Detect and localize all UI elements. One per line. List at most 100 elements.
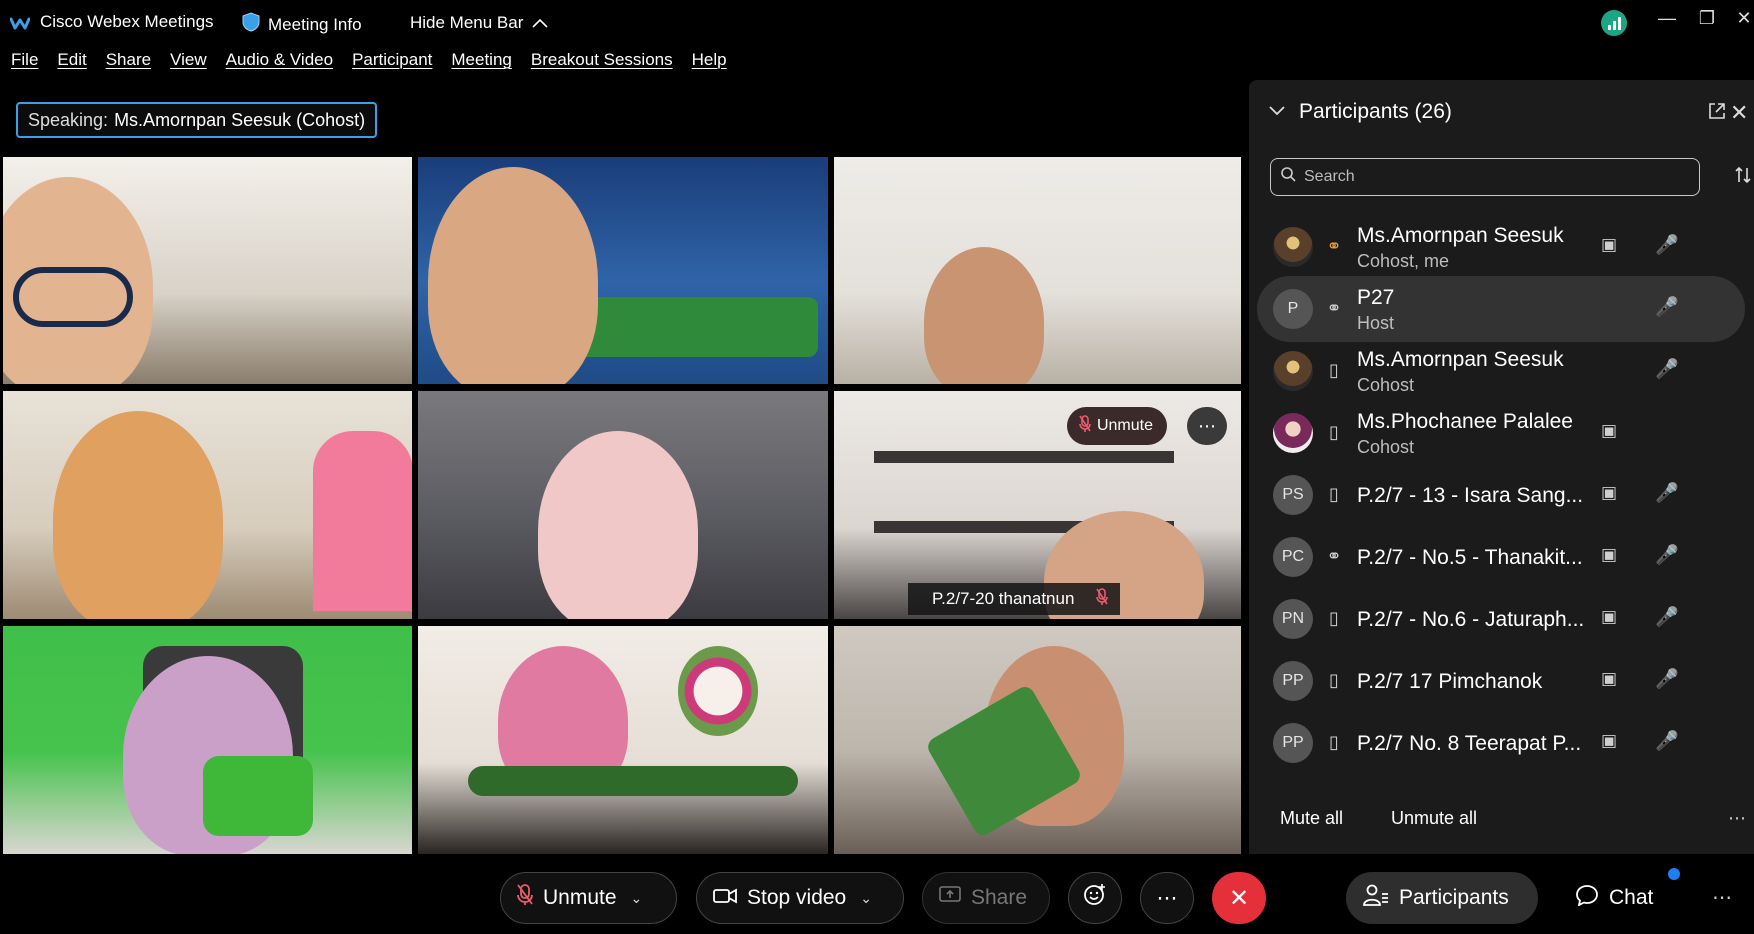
participants-label: Participants: [1399, 886, 1509, 909]
flowers-shape: [678, 646, 758, 736]
participant-row[interactable]: PS ▯ P.2/7 - 13 - Isara Sang... ▣ 🎤: [1257, 462, 1745, 528]
mobile-icon: ▯: [1329, 422, 1339, 442]
menu-file[interactable]: File: [11, 50, 38, 80]
mobile-icon: ▯: [1329, 484, 1339, 504]
participant-name: Ms.Amornpan Seesuk: [1357, 224, 1564, 247]
restore-icon[interactable]: ❐: [1692, 8, 1722, 29]
more-options-icon: ⋯: [1156, 886, 1178, 910]
glasses-shape: [13, 267, 133, 327]
participant-row[interactable]: PC ⚭ P.2/7 - No.5 - Thanakit... ▣ 🎤: [1257, 524, 1745, 590]
chat-bubble-icon: [1575, 884, 1599, 912]
app-title: Cisco Webex Meetings: [9, 12, 214, 32]
participant-row[interactable]: ▯ Ms.Amornpan Seesuk Cohost 🎤: [1257, 338, 1745, 404]
close-window-icon[interactable]: ✕: [1734, 8, 1754, 29]
video-camera-icon: ▣: [1601, 545, 1618, 564]
mic-muted-icon: [1096, 587, 1109, 611]
mic-muted-icon[interactable]: 🎤: [1655, 729, 1679, 753]
video-tile[interactable]: [3, 391, 412, 619]
title-bar: Cisco Webex Meetings Meeting Info Hide M…: [0, 0, 1754, 46]
mic-muted-icon: [517, 884, 533, 912]
reactions-button[interactable]: [1068, 872, 1122, 924]
mic-muted-icon[interactable]: 🎤: [1655, 233, 1679, 257]
mic-muted-icon[interactable]: 🎤: [1655, 605, 1679, 629]
meeting-info-button[interactable]: Meeting Info: [242, 12, 362, 37]
more-options-button[interactable]: ⋯: [1140, 872, 1194, 924]
participant-row[interactable]: PN ▯ P.2/7 - No.6 - Jaturaph... ▣ 🎤: [1257, 586, 1745, 652]
unmute-label: Unmute: [543, 886, 617, 909]
meeting-info-label: Meeting Info: [268, 14, 362, 34]
participants-panel-title: Participants (26): [1299, 100, 1452, 123]
share-button[interactable]: Share: [922, 872, 1050, 924]
video-tile[interactable]: [418, 157, 828, 384]
participant-row[interactable]: ⚭ Ms.Amornpan Seesuk Cohost, me ▣ 🎤: [1257, 214, 1745, 280]
chevron-down-icon[interactable]: ⌄: [860, 890, 872, 907]
mic-muted-icon[interactable]: 🎤: [1655, 667, 1679, 691]
menu-audio-video[interactable]: Audio & Video: [226, 50, 333, 80]
mobile-icon: ▯: [1329, 732, 1339, 752]
minimize-icon[interactable]: —: [1652, 8, 1682, 29]
menu-share[interactable]: Share: [106, 50, 151, 80]
more-options-icon[interactable]: ⋯: [1712, 885, 1732, 910]
participant-video: [924, 247, 1044, 384]
unmute-all-button[interactable]: Unmute all: [1391, 808, 1477, 829]
participants-search-input[interactable]: Search: [1270, 158, 1700, 196]
participant-row[interactable]: PP ▯ P.2/7 No. 8 Teerapat P... ▣ 🎤: [1257, 710, 1745, 776]
menu-participant[interactable]: Participant: [352, 50, 432, 80]
chat-notification-badge: [1668, 868, 1680, 880]
menu-view[interactable]: View: [170, 50, 207, 80]
hide-menu-bar-button[interactable]: Hide Menu Bar: [410, 13, 548, 33]
tile-more-options-button[interactable]: ⋯: [1187, 407, 1227, 445]
menu-meeting[interactable]: Meeting: [451, 50, 511, 80]
stop-video-label: Stop video: [747, 886, 847, 909]
avatar: P: [1273, 289, 1313, 329]
leaf-arrangement-shape: [468, 766, 798, 796]
network-signal-icon[interactable]: [1601, 10, 1627, 36]
sort-icon[interactable]: [1734, 166, 1752, 189]
participant-row[interactable]: P ⚭ P27 Host 🎤: [1257, 276, 1745, 342]
shelf-shape: [874, 451, 1174, 463]
video-tile[interactable]: Unmute ⋯ P.2/7-20 thanatnun: [834, 391, 1241, 619]
participant-row[interactable]: ▯ Ms.Phochanee Palalee Cohost ▣: [1257, 400, 1745, 466]
participant-name: P.2/7 No. 8 Teerapat P...: [1357, 732, 1582, 755]
leave-meeting-button[interactable]: ✕: [1212, 872, 1266, 924]
stop-video-button[interactable]: Stop video ⌄: [696, 872, 904, 924]
participants-button[interactable]: Participants: [1346, 872, 1538, 924]
hide-menu-bar-label: Hide Menu Bar: [410, 13, 524, 32]
search-icon: [1281, 167, 1296, 187]
green-item-shape: [203, 756, 313, 836]
mute-all-button[interactable]: Mute all: [1280, 808, 1343, 829]
participant-video: [53, 411, 223, 619]
chat-button[interactable]: Chat: [1558, 872, 1690, 924]
unmute-button[interactable]: Unmute ⌄: [500, 872, 677, 924]
video-tile[interactable]: [834, 157, 1241, 384]
video-tile[interactable]: [3, 626, 412, 854]
video-camera-icon: ▣: [1601, 483, 1618, 502]
menu-help[interactable]: Help: [692, 50, 727, 80]
video-camera-icon: ▣: [1601, 731, 1618, 750]
second-person-shape: [313, 431, 412, 611]
mic-on-icon[interactable]: 🎤: [1655, 357, 1679, 381]
video-tile[interactable]: [3, 157, 412, 384]
mic-muted-icon[interactable]: 🎤: [1655, 295, 1679, 319]
chevron-down-icon[interactable]: [1269, 103, 1285, 121]
video-tile[interactable]: [418, 626, 828, 854]
menu-breakout-sessions[interactable]: Breakout Sessions: [531, 50, 673, 80]
video-camera-icon: ▣: [1601, 235, 1618, 254]
mic-muted-icon[interactable]: 🎤: [1655, 481, 1679, 505]
menu-edit[interactable]: Edit: [57, 50, 86, 80]
participant-row[interactable]: PP ▯ P.2/7 17 Pimchanok ▣ 🎤: [1257, 648, 1745, 714]
participants-panel-header[interactable]: Participants (26): [1269, 100, 1452, 124]
video-tile[interactable]: [834, 626, 1241, 854]
participant-list: ⚭ Ms.Amornpan Seesuk Cohost, me ▣ 🎤 P ⚭ …: [1249, 210, 1754, 782]
participant-role: Cohost, me: [1357, 251, 1450, 271]
chat-label: Chat: [1609, 886, 1654, 909]
pop-out-icon[interactable]: [1708, 102, 1726, 125]
shield-icon: [242, 12, 260, 37]
video-tile[interactable]: [418, 391, 828, 619]
close-panel-icon[interactable]: ✕: [1730, 100, 1754, 126]
more-options-icon[interactable]: ⋯: [1728, 808, 1746, 829]
chevron-down-icon[interactable]: ⌄: [631, 890, 643, 907]
share-screen-icon: [939, 886, 961, 910]
tile-unmute-button[interactable]: Unmute: [1066, 407, 1167, 445]
mic-muted-icon[interactable]: 🎤: [1655, 543, 1679, 567]
